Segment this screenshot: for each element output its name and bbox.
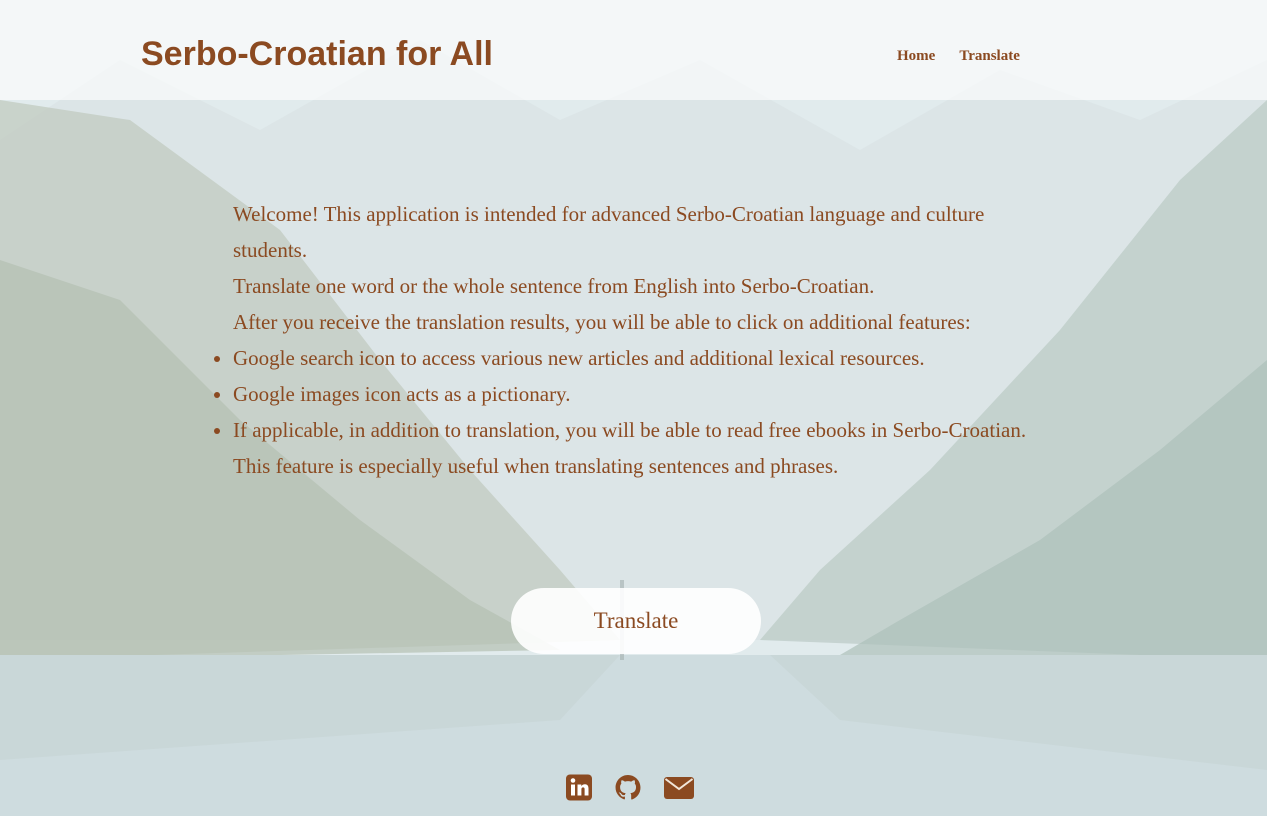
email-icon[interactable]	[664, 774, 694, 801]
intro-welcome-text: Welcome! This application is intended fo…	[233, 202, 985, 262]
intro-section: Welcome! This application is intended fo…	[233, 196, 1033, 484]
main-nav: Home Translate	[897, 47, 1020, 65]
feature-item: If applicable, in addition to translatio…	[233, 412, 1033, 448]
site-header: Serbo-Croatian for All Home Translate	[0, 0, 1267, 100]
feature-item: Google images icon acts as a pictionary.	[233, 376, 1033, 412]
feature-item: Google search icon to access various new…	[233, 340, 1033, 376]
linkedin-icon[interactable]	[566, 774, 592, 801]
intro-translate-text: Translate one word or the whole sentence…	[233, 274, 875, 298]
social-links	[566, 774, 694, 801]
nav-translate-link[interactable]: Translate	[959, 47, 1020, 65]
intro-features-text: After you receive the translation result…	[233, 310, 971, 334]
features-list: Google search icon to access various new…	[233, 340, 1033, 448]
translate-button[interactable]: Translate	[511, 588, 761, 654]
intro-note-text: This feature is especially useful when t…	[233, 454, 839, 478]
site-title[interactable]: Serbo-Croatian for All	[141, 33, 493, 75]
nav-home-link[interactable]: Home	[897, 47, 935, 65]
github-icon[interactable]	[615, 774, 641, 801]
